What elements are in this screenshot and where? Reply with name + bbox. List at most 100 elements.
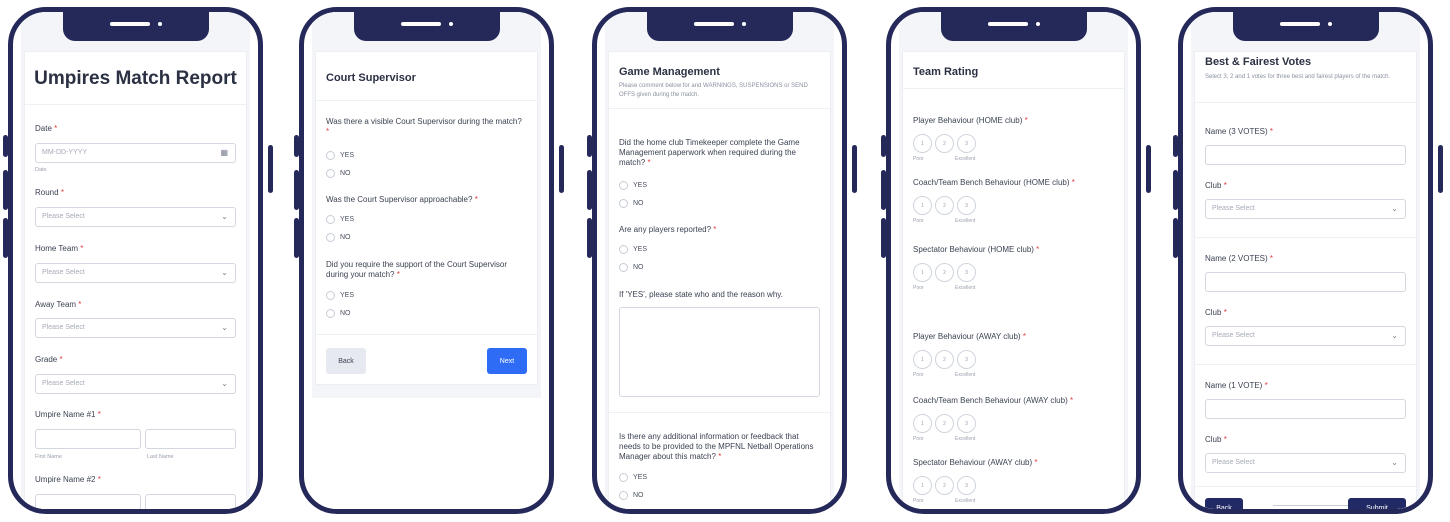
phone-side-button <box>587 218 592 258</box>
rating-scale: 123 <box>913 263 976 282</box>
reason-textarea[interactable] <box>619 307 820 397</box>
phone-umpires-match-report: Umpires Match Report Date * MM-DD-YYYY ▦… <box>8 7 263 514</box>
phone-notch <box>62 12 209 41</box>
option-no[interactable]: NO <box>619 491 644 500</box>
rating-option[interactable]: 1 <box>913 476 932 495</box>
option-no[interactable]: NO <box>326 233 351 242</box>
phone-side-button <box>294 218 299 258</box>
radio[interactable] <box>619 263 628 272</box>
club-label: Club * <box>1205 181 1227 190</box>
rating-option[interactable]: 2 <box>935 134 954 153</box>
question-reason: If 'YES', please state who and the reaso… <box>619 290 783 299</box>
phone-team-rating: Team Rating Player Behaviour (HOME club)… <box>886 7 1141 514</box>
umpire1-last-name[interactable] <box>145 429 236 449</box>
calendar-icon[interactable]: ▦ <box>220 148 228 157</box>
umpire1-first-name[interactable] <box>35 429 141 449</box>
back-button[interactable]: Back <box>1205 498 1243 509</box>
option-yes[interactable]: YES <box>619 245 647 254</box>
radio[interactable] <box>326 169 335 178</box>
club-select[interactable]: Please Select ⌄ <box>1205 326 1406 346</box>
option-yes[interactable]: YES <box>326 215 354 224</box>
radio[interactable] <box>619 491 628 500</box>
rating-option[interactable]: 2 <box>935 350 954 369</box>
radio[interactable] <box>326 233 335 242</box>
round-select[interactable]: Please Select ⌄ <box>35 207 236 227</box>
radio[interactable] <box>619 245 628 254</box>
radio[interactable] <box>619 473 628 482</box>
name-3-votes-input[interactable] <box>1205 145 1406 165</box>
rating-question: Coach/Team Bench Behaviour (AWAY club) * <box>913 396 1074 405</box>
rating-option[interactable]: 1 <box>913 134 932 153</box>
section-description: Please comment below for and WARNINGS, S… <box>619 83 808 98</box>
submit-button[interactable]: Submit <box>1348 498 1406 509</box>
away-team-select[interactable]: Please Select ⌄ <box>35 318 236 338</box>
screen: Court Supervisor Was there a visible Cou… <box>312 12 541 509</box>
rating-question: Player Behaviour (AWAY club) * <box>913 332 1026 341</box>
phone-side-button <box>587 135 592 157</box>
chevron-down-icon: ⌄ <box>1391 458 1398 467</box>
rating-option[interactable]: 3 <box>957 263 976 282</box>
chevron-down-icon: ⌄ <box>221 212 228 221</box>
radio[interactable] <box>326 309 335 318</box>
home-team-select[interactable]: Please Select ⌄ <box>35 263 236 283</box>
date-field[interactable]: MM-DD-YYYY ▦ <box>35 143 236 163</box>
option-yes[interactable]: YES <box>326 291 354 300</box>
grade-label: Grade * <box>35 355 63 364</box>
umpire1-label: Umpire Name #1 * <box>35 410 101 419</box>
option-yes[interactable]: YES <box>326 151 354 160</box>
phone-court-supervisor: Court Supervisor Was there a visible Cou… <box>299 7 554 514</box>
club-label: Club * <box>1205 435 1227 444</box>
rating-scale: 123 <box>913 196 976 215</box>
rating-question: Spectator Behaviour (AWAY club) * <box>913 458 1038 467</box>
option-no[interactable]: NO <box>326 169 351 178</box>
rating-option[interactable]: 3 <box>957 350 976 369</box>
rating-option[interactable]: 3 <box>957 196 976 215</box>
away-team-label: Away Team * <box>35 300 82 309</box>
rating-option[interactable]: 2 <box>935 196 954 215</box>
section-description: Select 3, 2 and 1 votes for three best a… <box>1205 74 1391 80</box>
umpire2-first-name[interactable] <box>35 494 141 509</box>
option-yes[interactable]: YES <box>619 181 647 190</box>
umpire2-last-name[interactable] <box>145 494 236 509</box>
rating-option[interactable]: 1 <box>913 414 932 433</box>
option-no[interactable]: NO <box>326 309 351 318</box>
question-additional-info: Is there any additional information or f… <box>619 432 814 461</box>
next-button[interactable]: Next <box>487 348 527 374</box>
phone-notch <box>353 12 500 41</box>
excellent-label: Excellent <box>955 285 976 291</box>
rating-option[interactable]: 3 <box>957 134 976 153</box>
option-no[interactable]: NO <box>619 263 644 272</box>
phone-side-button <box>3 135 8 157</box>
poor-label: Poor <box>913 156 924 162</box>
radio[interactable] <box>326 215 335 224</box>
option-yes[interactable]: YES <box>619 473 647 482</box>
screen: Umpires Match Report Date * MM-DD-YYYY ▦… <box>21 12 250 509</box>
radio[interactable] <box>326 151 335 160</box>
rating-option[interactable]: 3 <box>957 476 976 495</box>
radio[interactable] <box>326 291 335 300</box>
home-team-label: Home Team * <box>35 244 84 253</box>
chevron-down-icon: ⌄ <box>221 379 228 388</box>
rating-option[interactable]: 1 <box>913 263 932 282</box>
name-1-vote-input[interactable] <box>1205 399 1406 419</box>
name-2-votes-input[interactable] <box>1205 272 1406 292</box>
rating-option[interactable]: 3 <box>957 414 976 433</box>
rating-option[interactable]: 1 <box>913 350 932 369</box>
grade-select[interactable]: Please Select ⌄ <box>35 374 236 394</box>
last-name-sublabel: Last Name <box>147 454 174 460</box>
rating-option[interactable]: 2 <box>935 263 954 282</box>
back-button[interactable]: Back <box>326 348 366 374</box>
question-timekeeper: Did the home club Timekeeper complete th… <box>619 138 800 167</box>
page-title: Umpires Match Report <box>34 68 237 89</box>
rating-option[interactable]: 2 <box>935 414 954 433</box>
rating-option[interactable]: 1 <box>913 196 932 215</box>
question-support: Did you require the support of the Court… <box>326 260 507 279</box>
round-label: Round * <box>35 188 64 197</box>
rating-option[interactable]: 2 <box>935 476 954 495</box>
club-select[interactable]: Please Select ⌄ <box>1205 453 1406 473</box>
club-select[interactable]: Please Select ⌄ <box>1205 199 1406 219</box>
radio[interactable] <box>619 199 628 208</box>
radio[interactable] <box>619 181 628 190</box>
phone-side-button <box>294 170 299 210</box>
option-no[interactable]: NO <box>619 199 644 208</box>
